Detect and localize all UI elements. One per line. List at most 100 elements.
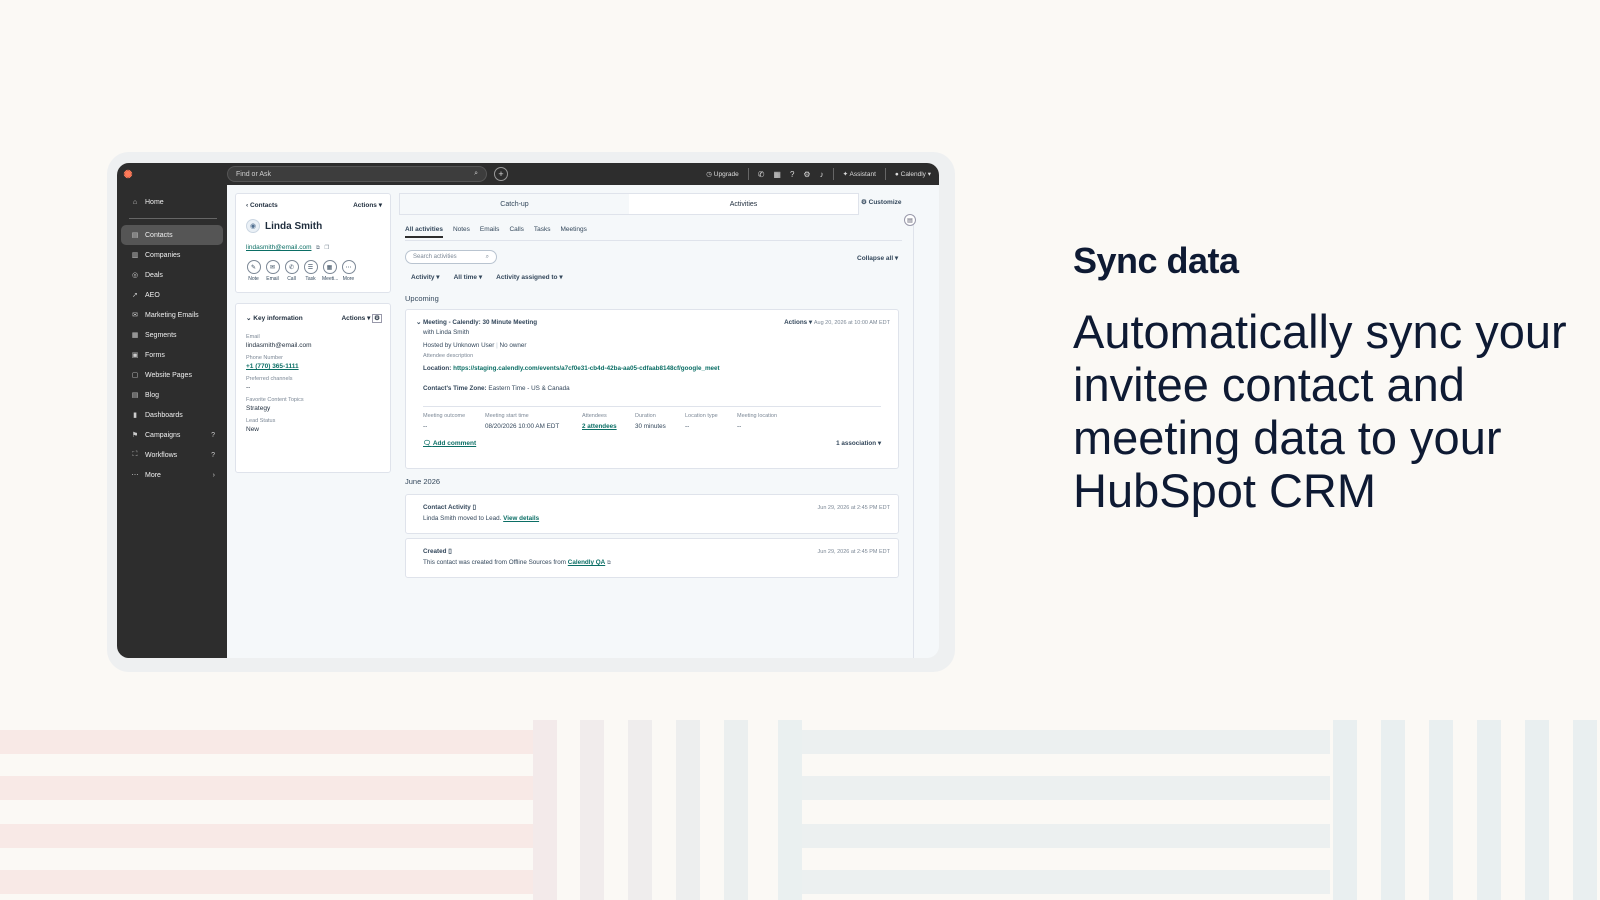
help-icon[interactable]: ? xyxy=(211,432,215,439)
quick-action-label: Note xyxy=(248,276,259,282)
sidebar-item-contacts[interactable]: ▤ Contacts xyxy=(121,225,223,245)
sidebar-item-label: Marketing Emails xyxy=(145,311,199,319)
external-link-icon[interactable]: ⧉ xyxy=(316,245,320,251)
filter-activity[interactable]: Activity ▾ xyxy=(411,273,440,281)
external-link-icon[interactable]: ⧉ xyxy=(607,560,611,566)
sidebar-item-dashboards[interactable]: ▮ Dashboards xyxy=(121,405,223,425)
sidebar-item-label: AEO xyxy=(145,291,160,299)
subtab-emails[interactable]: Emails xyxy=(480,226,500,238)
key-info-actions-dropdown[interactable]: Actions ▾ ⚙ xyxy=(341,314,382,323)
assistant-button[interactable]: ✦ Assistant xyxy=(843,170,876,178)
document-icon: ▯ xyxy=(472,504,476,511)
association-dropdown[interactable]: 1 association ▾ xyxy=(836,440,881,447)
sidebar-item-label: More xyxy=(145,471,161,479)
settings-gear-icon[interactable]: ⚙ xyxy=(372,314,382,323)
filter-assigned[interactable]: Activity assigned to ▾ xyxy=(496,273,562,281)
quick-action-task[interactable]: ☰ Task xyxy=(303,260,318,282)
create-plus-button[interactable]: + xyxy=(494,167,508,181)
sidebar-item-marketing-emails[interactable]: ✉ Marketing Emails xyxy=(121,305,223,325)
subtab-calls[interactable]: Calls xyxy=(509,226,523,238)
stripe xyxy=(800,870,1330,894)
home-icon: ⌂ xyxy=(132,198,138,206)
subtab-all-activities[interactable]: All activities xyxy=(405,226,443,238)
field-value[interactable]: +1 (770) 365-1111 xyxy=(246,363,380,370)
key-info-field: Preferred channels -- xyxy=(246,376,380,391)
phone-icon[interactable]: ✆ xyxy=(758,170,765,179)
sidebar-item-blog[interactable]: ▤ Blog xyxy=(121,385,223,405)
account-menu[interactable]: ● Calendly ▾ xyxy=(895,170,931,178)
sidebar-item-home[interactable]: ⌂ Home xyxy=(121,192,223,212)
contact-name: Linda Smith xyxy=(265,220,323,232)
meeting-actions-dropdown[interactable]: Actions ▾ xyxy=(784,319,812,326)
view-details-link[interactable]: View details xyxy=(503,515,539,522)
upgrade-button[interactable]: ◷ Upgrade xyxy=(706,170,738,178)
help-icon[interactable]: ? xyxy=(211,452,215,459)
contact-actions-dropdown[interactable]: Actions ▾ xyxy=(353,201,382,209)
filter-time[interactable]: All time ▾ xyxy=(454,273,483,281)
sidebar-toggle-icon[interactable]: ▤ xyxy=(904,214,916,226)
sidebar-icon: ▮ xyxy=(133,412,137,419)
quick-action-note[interactable]: ✎ Note xyxy=(246,260,261,282)
stripe xyxy=(1333,720,1357,900)
sidebar-item-companies[interactable]: ▥ Companies xyxy=(121,245,223,265)
sidebar: ⌂ Home ▤ Contacts ▥ Companies ◎ Deals ➚ AEO ✉ Mar… xyxy=(117,185,227,658)
sidebar-item-aeo[interactable]: ➚ AEO xyxy=(121,285,223,305)
marketplace-icon[interactable]: ▦ xyxy=(773,170,781,179)
activity-subtabs: All activities Notes Emails Calls Tasks … xyxy=(405,226,587,238)
tab-catch-up[interactable]: Catch-up xyxy=(400,194,629,214)
subtab-notes[interactable]: Notes xyxy=(453,226,470,238)
stripe xyxy=(0,824,550,848)
calendly-qa-link[interactable]: Calendly QA xyxy=(568,559,605,566)
stripe xyxy=(1525,720,1549,900)
search-icon: ⌕ xyxy=(485,253,489,260)
meeting-title-text: Meeting - Calendly: 30 Minute Meeting xyxy=(423,319,538,326)
help-icon[interactable]: ? xyxy=(790,170,794,179)
contact-header-card: ‹ Contacts Actions ▾ ◉ Linda Smith linda… xyxy=(235,193,391,293)
meeting-title[interactable]: ⌄ Meeting - Calendly: 30 Minute Meeting xyxy=(416,319,537,326)
search-activities-input[interactable]: Search activities ⌕ xyxy=(405,250,497,264)
customize-button[interactable]: ⚙ Customize xyxy=(861,198,902,206)
quick-action-call[interactable]: ✆ Call xyxy=(284,260,299,282)
stripe xyxy=(724,720,748,900)
record-tabs: Catch-up Activities xyxy=(399,193,859,215)
collapse-all-dropdown[interactable]: Collapse all ▾ xyxy=(857,254,898,262)
meeting-detail-label: Attendees xyxy=(582,413,607,419)
subtab-tasks[interactable]: Tasks xyxy=(534,226,551,238)
tab-activities[interactable]: Activities xyxy=(629,194,858,214)
chevron-down-icon: ▾ xyxy=(927,171,931,178)
hubspot-logo-icon[interactable]: ✺ xyxy=(117,163,139,185)
quick-action-meeting[interactable]: ▦ Meeti... xyxy=(322,260,338,282)
sidebar-item-campaigns[interactable]: ⚑ Campaigns? xyxy=(121,425,223,445)
sidebar-item-more[interactable]: ⋯ More › xyxy=(121,465,223,485)
task-icon: ☰ xyxy=(303,260,318,274)
search-icon: ⌕ xyxy=(474,170,478,177)
contact-activity-card: Contact Activity ▯ Jun 29, 2026 at 2:45 … xyxy=(405,494,899,534)
timezone-value: Eastern Time - US & Canada xyxy=(488,385,570,392)
copy-icon[interactable]: ❐ xyxy=(324,245,329,251)
created-title: Created ▯ xyxy=(423,548,452,555)
sidebar-item-website-pages[interactable]: ▢ Website Pages xyxy=(121,365,223,385)
settings-gear-icon[interactable]: ⚙ xyxy=(803,170,810,179)
sidebar-item-deals[interactable]: ◎ Deals xyxy=(121,265,223,285)
meeting-owner[interactable]: No owner xyxy=(500,342,527,349)
contact-avatar-icon: ◉ xyxy=(246,219,260,233)
global-search-input[interactable]: Find or Ask ⌕ xyxy=(227,166,487,182)
sidebar-icon: ⋯ xyxy=(131,472,139,479)
subtab-meetings[interactable]: Meetings xyxy=(561,226,587,238)
sidebar-item-segments[interactable]: ▦ Segments xyxy=(121,325,223,345)
quick-action-email[interactable]: ✉ Email xyxy=(265,260,280,282)
calendar-icon: ▦ xyxy=(322,260,337,274)
key-info-toggle[interactable]: ⌄ Key information xyxy=(246,314,303,322)
meeting-detail-value: 08/20/2026 10:00 AM EDT xyxy=(485,423,560,430)
contact-email-link[interactable]: lindasmith@email.com xyxy=(246,244,311,251)
sidebar-icon: ⛶ xyxy=(132,451,138,458)
sidebar-item-forms[interactable]: ▣ Forms xyxy=(121,345,223,365)
notifications-bell-icon[interactable]: ♪ xyxy=(820,170,824,179)
add-comment-button[interactable]: 🗨 Add comment xyxy=(423,439,476,447)
breadcrumb[interactable]: ‹ Contacts xyxy=(246,202,278,209)
meeting-detail-value[interactable]: 2 attendees xyxy=(582,423,635,430)
sidebar-item-workflows[interactable]: ⛶ Workflows? xyxy=(121,445,223,465)
location-url-link[interactable]: https://staging.calendly.com/events/a7cf… xyxy=(453,365,720,372)
created-date: Jun 29, 2026 at 2:45 PM EDT xyxy=(817,548,890,555)
quick-action-more[interactable]: ⋯ More xyxy=(341,260,356,282)
